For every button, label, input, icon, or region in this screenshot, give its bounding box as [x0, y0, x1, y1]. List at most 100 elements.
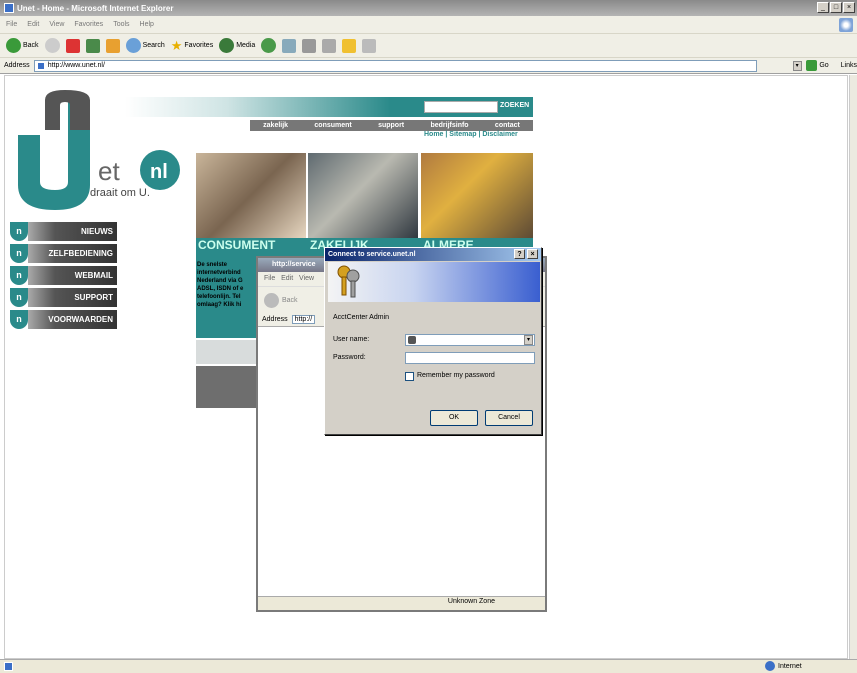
history-button[interactable] — [261, 38, 277, 53]
sidebar-item-nieuws[interactable]: n NIEUWS — [10, 222, 117, 241]
back-button[interactable]: Back — [6, 38, 39, 53]
address-input[interactable]: http://www.unet.nl/ — [33, 59, 757, 72]
unet-u-icon: n — [10, 266, 28, 285]
address-label: Address — [4, 62, 30, 69]
home-button[interactable] — [105, 38, 120, 53]
utility-links[interactable]: Home | Sitemap | Disclaimer — [424, 131, 518, 138]
address-bar: Address http://www.unet.nl/ ▾ Go Links — [0, 58, 857, 74]
popup-menu-view[interactable]: View — [299, 275, 314, 282]
search-button[interactable]: Search — [125, 38, 165, 53]
ok-button[interactable]: OK — [430, 410, 478, 426]
popup-status-bar: Unknown Zone — [258, 596, 545, 610]
username-field[interactable]: ▾ — [405, 334, 535, 346]
site-nav: zakelijk consument support bedrijfsinfo … — [250, 120, 533, 131]
star-icon: ★ — [170, 37, 183, 53]
menu-bar: File Edit View Favorites Tools Help — [0, 16, 857, 34]
forward-button[interactable] — [44, 38, 60, 53]
back-arrow-icon — [264, 293, 279, 308]
keys-icon — [337, 265, 360, 298]
nav-consument[interactable]: consument — [314, 122, 351, 129]
popup-address-label: Address — [262, 316, 288, 323]
menu-tools[interactable]: Tools — [113, 21, 129, 28]
sidebar-item-voorwaarden[interactable]: n VOORWAARDEN — [10, 310, 117, 329]
section-consument[interactable]: CONSUMENT — [198, 238, 275, 252]
page-icon — [36, 61, 45, 70]
edit-button[interactable] — [322, 38, 337, 53]
refresh-button[interactable] — [85, 38, 100, 53]
globe-icon — [765, 661, 775, 671]
password-field[interactable] — [405, 352, 535, 364]
popup-menu-file[interactable]: File — [264, 275, 275, 282]
zoeken-button[interactable]: ZOEKEN — [500, 102, 529, 109]
status-bar: Internet — [0, 659, 857, 673]
go-button[interactable]: Go — [819, 62, 828, 69]
window-controls: _ □ × — [817, 2, 855, 13]
unet-u-icon: n — [10, 288, 28, 307]
media-button[interactable]: Media — [219, 38, 255, 53]
popup-menu-edit[interactable]: Edit — [281, 275, 293, 282]
address-dropdown[interactable]: ▾ — [792, 60, 802, 71]
promo-text: De snelste internetverbind Nederland via… — [197, 262, 244, 308]
print-button[interactable] — [302, 38, 317, 53]
popup-back-button[interactable]: Back — [264, 293, 298, 308]
favorites-button[interactable]: ★ Favorites — [171, 38, 213, 54]
dialog-title: Connect to service.unet.nl — [328, 251, 416, 258]
unet-u-icon: n — [10, 222, 28, 241]
menu-favorites[interactable]: Favorites — [74, 21, 103, 28]
sidebar-item-support[interactable]: n SUPPORT — [10, 288, 117, 307]
vertical-scrollbar[interactable] — [849, 75, 857, 659]
menu-help[interactable]: Help — [140, 21, 154, 28]
back-arrow-icon — [6, 38, 21, 53]
window-title: Unet - Home - Microsoft Internet Explore… — [17, 3, 174, 13]
nav-zakelijk[interactable]: zakelijk — [263, 122, 288, 129]
username-dropdown[interactable]: ▾ — [524, 335, 533, 345]
popup-zone: Unknown Zone — [447, 598, 495, 605]
remember-label: Remember my password — [417, 372, 495, 379]
site-search-input[interactable] — [424, 101, 498, 113]
close-button[interactable]: × — [843, 2, 855, 13]
dialog-title-bar[interactable]: Connect to service.unet.nl ? × — [325, 248, 541, 261]
nav-bedrijfsinfo[interactable]: bedrijfsinfo — [430, 122, 468, 129]
mail-button[interactable] — [282, 38, 297, 53]
zakelijk-photo[interactable] — [308, 153, 418, 238]
logo-tagline: draait om U. — [90, 187, 150, 199]
zone-indicator: Internet — [765, 661, 802, 671]
nav-support[interactable]: support — [378, 122, 404, 129]
sidebar-item-webmail[interactable]: n WEBMAIL — [10, 266, 117, 285]
almere-photo[interactable] — [421, 153, 533, 238]
stop-button[interactable] — [65, 38, 80, 53]
ie-icon — [4, 3, 14, 13]
windows-logo-icon — [839, 18, 853, 32]
nav-contact[interactable]: contact — [495, 122, 520, 129]
minimize-button[interactable]: _ — [817, 2, 829, 13]
consument-photo[interactable] — [196, 153, 306, 238]
search-icon — [125, 38, 141, 53]
remember-checkbox[interactable] — [405, 372, 414, 381]
password-label: Password: — [333, 354, 366, 361]
sidebar-item-zelfbediening[interactable]: n ZELFBEDIENING — [10, 244, 117, 263]
logo-text: et — [98, 156, 120, 186]
messenger-button[interactable] — [362, 38, 377, 53]
dialog-realm: AcctCenter Admin — [333, 314, 390, 321]
svg-text:nl: nl — [150, 161, 168, 183]
media-icon — [219, 38, 235, 53]
unet-u-icon: n — [10, 310, 28, 329]
discuss-button[interactable] — [342, 38, 357, 53]
user-icon — [408, 336, 416, 344]
links-button[interactable]: Links — [841, 62, 857, 69]
login-dialog[interactable]: Connect to service.unet.nl ? × AcctCente… — [324, 247, 542, 435]
unet-u-icon: n — [10, 244, 28, 263]
menu-edit[interactable]: Edit — [27, 21, 39, 28]
page-status-icon — [4, 662, 13, 671]
username-label: User name: — [333, 336, 370, 343]
maximize-button[interactable]: □ — [830, 2, 842, 13]
menu-file[interactable]: File — [6, 21, 17, 28]
cancel-button[interactable]: Cancel — [485, 410, 533, 426]
dialog-close-button[interactable]: × — [527, 249, 538, 259]
go-arrow-icon[interactable] — [805, 60, 818, 71]
popup-address-input[interactable]: http:// — [291, 315, 316, 324]
menu-view[interactable]: View — [49, 21, 64, 28]
window-title-bar[interactable]: Unet - Home - Microsoft Internet Explore… — [0, 0, 857, 16]
dialog-help-button[interactable]: ? — [514, 249, 525, 259]
toolbar: Back Search ★ Favorites Media — [0, 34, 857, 58]
